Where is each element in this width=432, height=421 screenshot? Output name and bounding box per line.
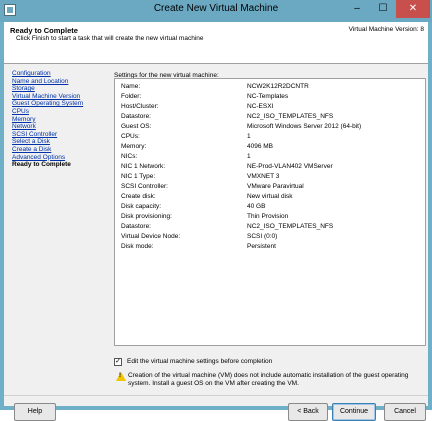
wizard-body: Ready to Complete Click Finish to start … [4,22,428,421]
summary-key: Disk capacity: [121,203,162,210]
cancel-button[interactable]: Cancel [384,403,426,421]
wizard-header: Ready to Complete Click Finish to start … [4,22,428,64]
summary-key: Disk provisioning: [121,213,172,220]
edit-settings-label[interactable]: Edit the virtual machine settings before… [127,358,272,365]
summary-value: 4096 MB [247,143,274,150]
summary-value: 1 [247,133,251,140]
summary-key: Guest OS: [121,123,152,130]
summary-key: Disk mode: [121,243,154,250]
title-bar[interactable]: Create New Virtual Machine – ☐ ✕ [0,0,432,22]
summary-value: Microsoft Windows Server 2012 (64-bit) [247,123,362,130]
nav-configuration[interactable]: Configuration [12,70,108,78]
summary-value: NC-Templates [247,93,289,100]
summary-value: Thin Provision [247,213,289,220]
nav-create-a-disk[interactable]: Create a Disk [12,146,108,154]
nav-network[interactable]: Network [12,123,108,131]
summary-value: VMware Paravirtual [247,183,304,190]
warning-icon-glyph: ! [119,373,121,379]
summary-value: NCW2K12R2DCNTR [247,83,309,90]
summary-value: Persistent [247,243,276,250]
summary-key: Virtual Device Node: [121,233,181,240]
nav-guest-operating-system[interactable]: Guest Operating System [12,100,108,108]
summary-key: NICs: [121,153,138,160]
summary-key: SCSI Controller: [121,183,168,190]
warning-message: Creation of the virtual machine (VM) doe… [128,372,409,387]
warning-icon: ! [116,372,126,381]
summary-key: Name: [121,83,141,90]
summary-key: Create disk: [121,193,156,200]
summary-key: Folder: [121,93,142,100]
nav-virtual-machine-version[interactable]: Virtual Machine Version [12,93,108,101]
nav-memory[interactable]: Memory [12,116,108,124]
minimize-button[interactable]: – [344,0,370,18]
window-title: Create New Virtual Machine [153,3,279,14]
summary-key: NIC 1 Type: [121,173,156,180]
nav-storage[interactable]: Storage [12,85,108,93]
back-button[interactable]: < Back [288,403,328,421]
summary-value: NC-ESXI [247,103,274,110]
summary-value: NE-Prod-VLAN402 VMServer [247,163,333,170]
settings-summary-box: Name: NCW2K12R2DCNTR Folder: NC-Templates … [114,78,426,346]
summary-key: Datastore: [121,223,151,230]
continue-button[interactable]: Continue [332,403,376,421]
summary-key: Memory: [121,143,147,150]
summary-value: SCSI (0:0) [247,233,278,240]
summary-value: 1 [247,153,251,160]
summary-value: 40 GB [247,203,266,210]
nav-ready-to-complete: Ready to Complete [12,161,71,169]
page-subtitle: Click Finish to start a task that will c… [16,35,204,42]
help-button[interactable]: Help [14,403,56,421]
summary-value: VMXNET 3 [247,173,280,180]
summary-key: NIC 1 Network: [121,163,166,170]
nav-name-and-location[interactable]: Name and Location [12,78,108,86]
summary-key: Datastore: [121,113,151,120]
vm-version-label: Virtual Machine Version: 8 [348,26,424,33]
maximize-button[interactable]: ☐ [370,0,396,18]
page-title: Ready to Complete [10,26,78,35]
wizard-step-list: Configuration Name and Location Storage … [12,70,108,169]
summary-value: New virtual disk [247,193,293,200]
nav-advanced-options[interactable]: Advanced Options [12,154,108,162]
nav-cpus[interactable]: CPUs [12,108,108,116]
summary-key: CPUs: [121,133,140,140]
summary-value: NC2_ISO_TEMPLATES_NFS [247,223,334,230]
nav-scsi-controller[interactable]: SCSI Controller [12,131,108,139]
vm-app-icon [4,4,16,16]
summary-key: Host/Cluster: [121,103,159,110]
edit-settings-checkbox[interactable]: ✓ [114,358,122,366]
close-button[interactable]: ✕ [396,0,430,18]
footer-divider [4,395,428,396]
create-vm-window: Create New Virtual Machine – ☐ ✕ Ready t… [0,0,432,421]
nav-select-a-disk[interactable]: Select a Disk [12,138,108,146]
summary-value: NC2_ISO_TEMPLATES_NFS [247,113,334,120]
